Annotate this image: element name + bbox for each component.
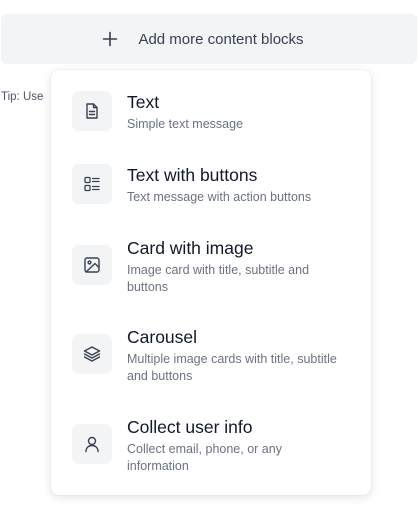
add-content-blocks-button[interactable]: Add more content blocks <box>1 14 417 64</box>
menu-item-title: Card with image <box>127 238 254 258</box>
image-icon <box>72 245 112 285</box>
content-block-menu: Text Simple text message Text with butto… <box>51 70 371 495</box>
menu-item-title: Text <box>127 92 160 112</box>
list-buttons-icon <box>72 164 112 204</box>
menu-item-description: Text message with action buttons <box>127 190 312 204</box>
document-icon <box>72 91 112 131</box>
menu-item-title: Carousel <box>127 327 198 347</box>
layers-icon <box>72 334 112 374</box>
add-content-blocks-label: Add more content blocks <box>138 30 304 48</box>
menu-item-carousel[interactable]: Carousel Multiple image cards with title… <box>51 313 371 393</box>
menu-item-description: Image card with title, subtitle and butt… <box>127 263 310 294</box>
tip-text: Tip: Use <box>1 91 44 103</box>
menu-item-title: Collect user info <box>127 417 253 437</box>
menu-item-description: Simple text message <box>127 117 244 131</box>
menu-item-collect-user-info[interactable]: Collect user info Collect email, phone, … <box>51 403 371 483</box>
menu-item-description: Multiple image cards with title, subtitl… <box>127 352 337 383</box>
menu-item-text-with-buttons[interactable]: Text with buttons Text message with acti… <box>51 149 371 229</box>
menu-item-description: Collect email, phone, or any information <box>127 442 282 473</box>
menu-item-text[interactable]: Text Simple text message <box>51 76 371 156</box>
user-icon <box>72 424 112 464</box>
menu-item-title: Text with buttons <box>127 165 258 185</box>
menu-item-card-with-image[interactable]: Card with image Image card with title, s… <box>51 224 371 304</box>
plus-icon <box>100 29 120 49</box>
